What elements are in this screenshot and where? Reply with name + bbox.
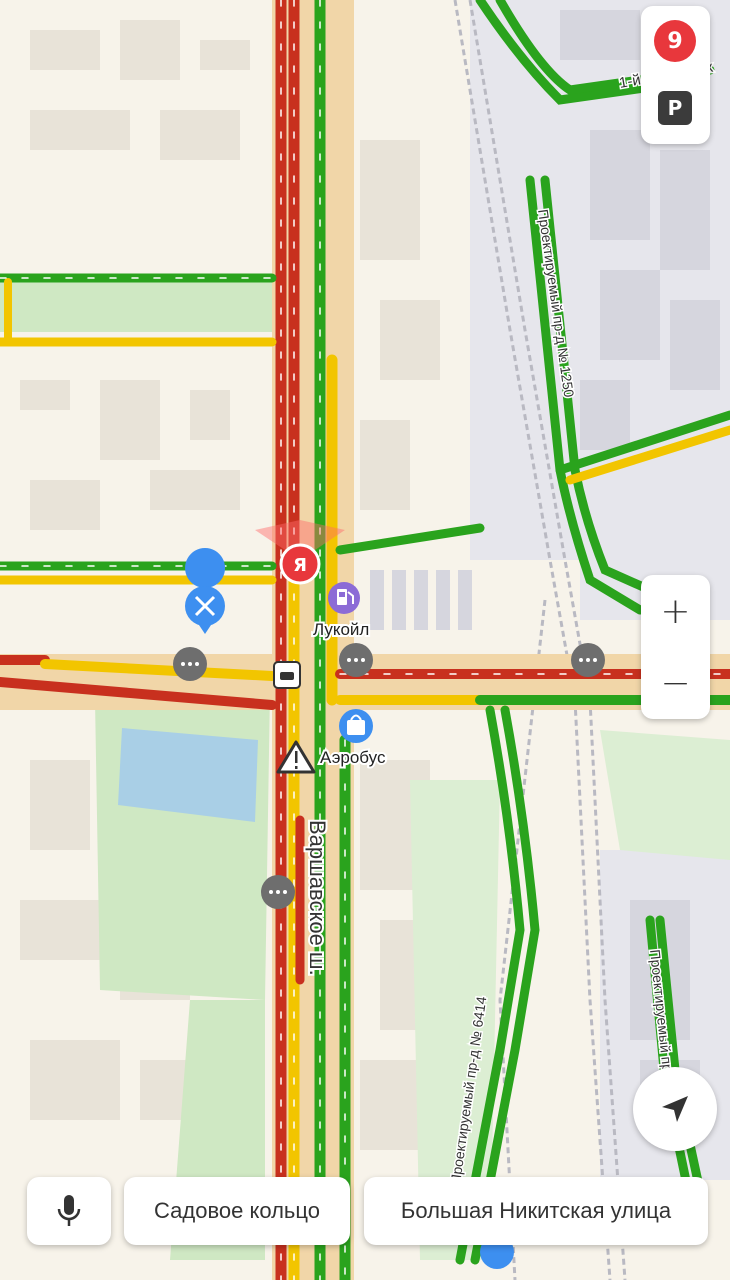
chat-icon (261, 875, 295, 909)
fuel-icon[interactable] (328, 582, 360, 614)
voice-search-button[interactable] (27, 1177, 111, 1245)
parking-icon[interactable]: P (658, 91, 692, 125)
poi-label-aerobus: Аэробус (320, 748, 386, 767)
chat-icon (339, 643, 373, 677)
zoom-in-button[interactable]: + (641, 575, 710, 647)
chat-icon (571, 643, 605, 677)
traffic-score-badge[interactable]: 9 (654, 20, 696, 62)
zoom-out-button[interactable]: − (641, 647, 710, 719)
zoom-control: + − (641, 575, 710, 719)
locate-icon (662, 1096, 688, 1122)
chat-icon (173, 647, 207, 681)
shop-icon[interactable] (339, 709, 373, 743)
locate-button[interactable] (633, 1067, 717, 1151)
poi-label-lukoil: Лукойл (313, 620, 369, 639)
accident-icon[interactable] (273, 661, 301, 689)
map-canvas[interactable]: Варшавское ш. 1-й Варшавск Проектируемый… (0, 0, 730, 1280)
marker-letter: Я (293, 555, 307, 576)
suggestion-nikitskaya[interactable]: Большая Никитская улица (364, 1177, 708, 1245)
suggestion-sadovoe[interactable]: Садовое кольцо (124, 1177, 350, 1245)
mic-icon (57, 1195, 81, 1226)
street-label-varshavskoe: Варшавское ш. (305, 820, 330, 976)
